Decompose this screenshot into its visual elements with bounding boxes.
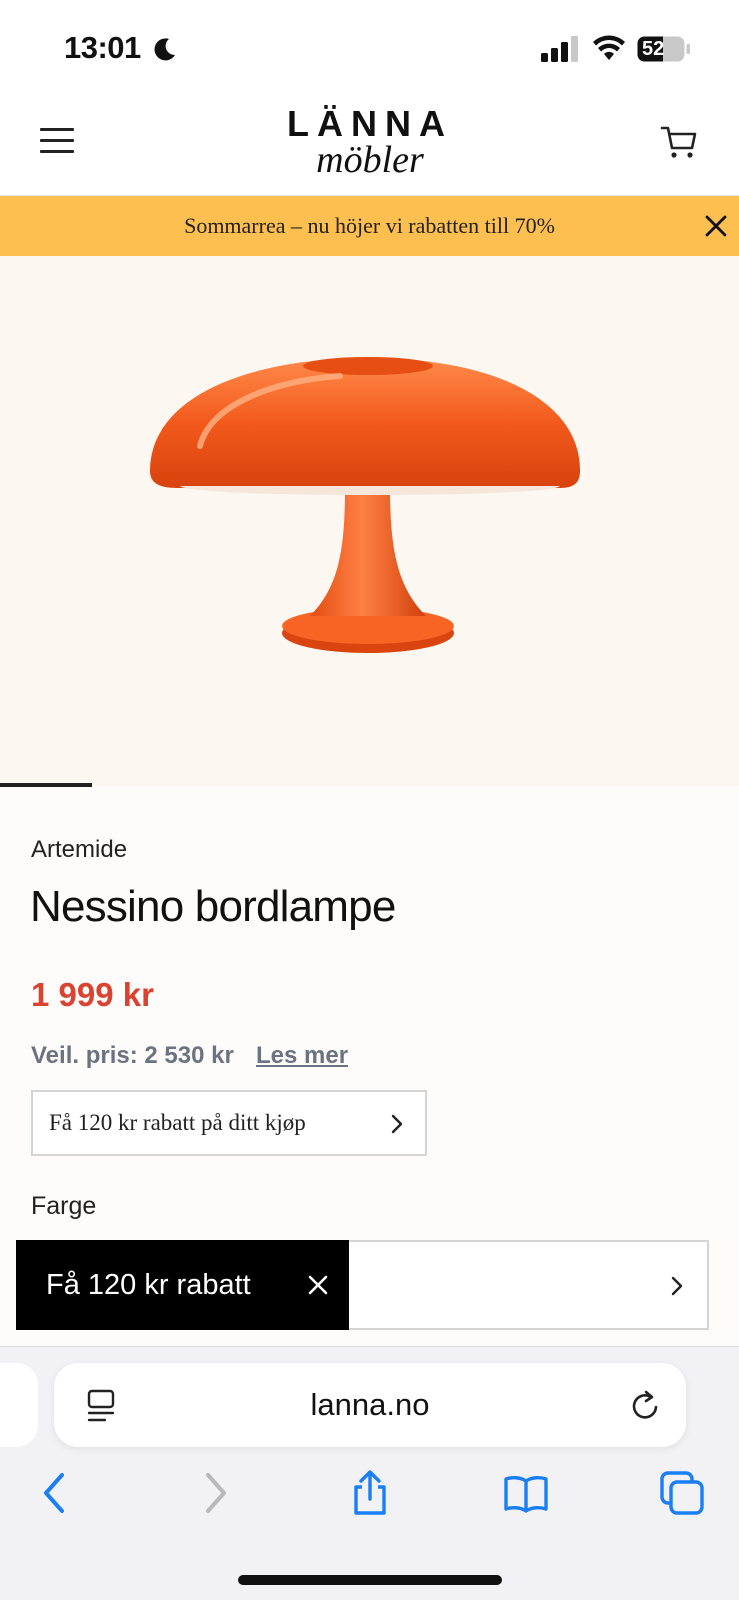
- discount-popup-label: Få 120 kr rabatt: [46, 1269, 251, 1301]
- logo-bottom: möbler: [316, 139, 424, 181]
- url-text: lanna.no: [310, 1387, 430, 1422]
- promo-text[interactable]: Sommarrea – nu höjer vi rabatten till 70…: [0, 196, 739, 256]
- reload-icon[interactable]: [628, 1389, 662, 1423]
- cart-icon[interactable]: [660, 122, 700, 162]
- chevron-right-icon: [671, 1276, 683, 1296]
- gallery-indicator: [0, 783, 92, 787]
- product-title: Nessino bordlampe: [30, 882, 396, 931]
- battery-level: 52: [642, 38, 665, 60]
- home-indicator[interactable]: [238, 1575, 502, 1585]
- recommended-price: Veil. pris: 2 530 kr: [31, 1042, 234, 1069]
- product-price: 1 999 kr: [31, 976, 154, 1013]
- discount-offer-button[interactable]: Få 120 kr rabatt på ditt kjøp: [31, 1090, 427, 1156]
- chevron-right-icon: [391, 1114, 403, 1134]
- color-label: Farge: [31, 1192, 97, 1220]
- logo[interactable]: LÄNNA möbler: [250, 103, 490, 181]
- back-icon[interactable]: [32, 1469, 80, 1517]
- product-brand[interactable]: Artemide: [31, 836, 127, 864]
- discount-popup-button[interactable]: Få 120 kr rabatt: [16, 1240, 349, 1330]
- product-image[interactable]: [0, 256, 739, 787]
- forward-icon[interactable]: [190, 1469, 238, 1517]
- share-icon[interactable]: [346, 1469, 394, 1517]
- lamp-image: [150, 357, 580, 653]
- signal-icon: [541, 36, 578, 62]
- discount-offer-label: Få 120 kr rabatt på ditt kjøp: [49, 1110, 306, 1135]
- address-bar[interactable]: lanna.no: [54, 1363, 686, 1447]
- logo-top: LÄNNA: [287, 103, 453, 144]
- read-more-link[interactable]: Les mer: [256, 1042, 348, 1070]
- status-bar: 13:01 52: [0, 0, 739, 100]
- site-header: LÄNNA möbler: [0, 100, 739, 196]
- menu-icon[interactable]: [40, 128, 74, 156]
- moon-icon: [154, 38, 175, 61]
- close-icon[interactable]: [306, 1273, 330, 1297]
- tabs-icon[interactable]: [658, 1469, 706, 1517]
- browser-toolbar: lanna.no: [0, 1346, 739, 1600]
- promo-banner: Sommarrea – nu höjer vi rabatten till 70…: [0, 196, 739, 256]
- wifi-icon: [593, 35, 625, 60]
- close-icon[interactable]: [702, 212, 730, 240]
- previous-tab-edge[interactable]: [0, 1363, 38, 1447]
- bookmarks-icon[interactable]: [502, 1469, 550, 1517]
- status-time: 13:01: [64, 30, 141, 65]
